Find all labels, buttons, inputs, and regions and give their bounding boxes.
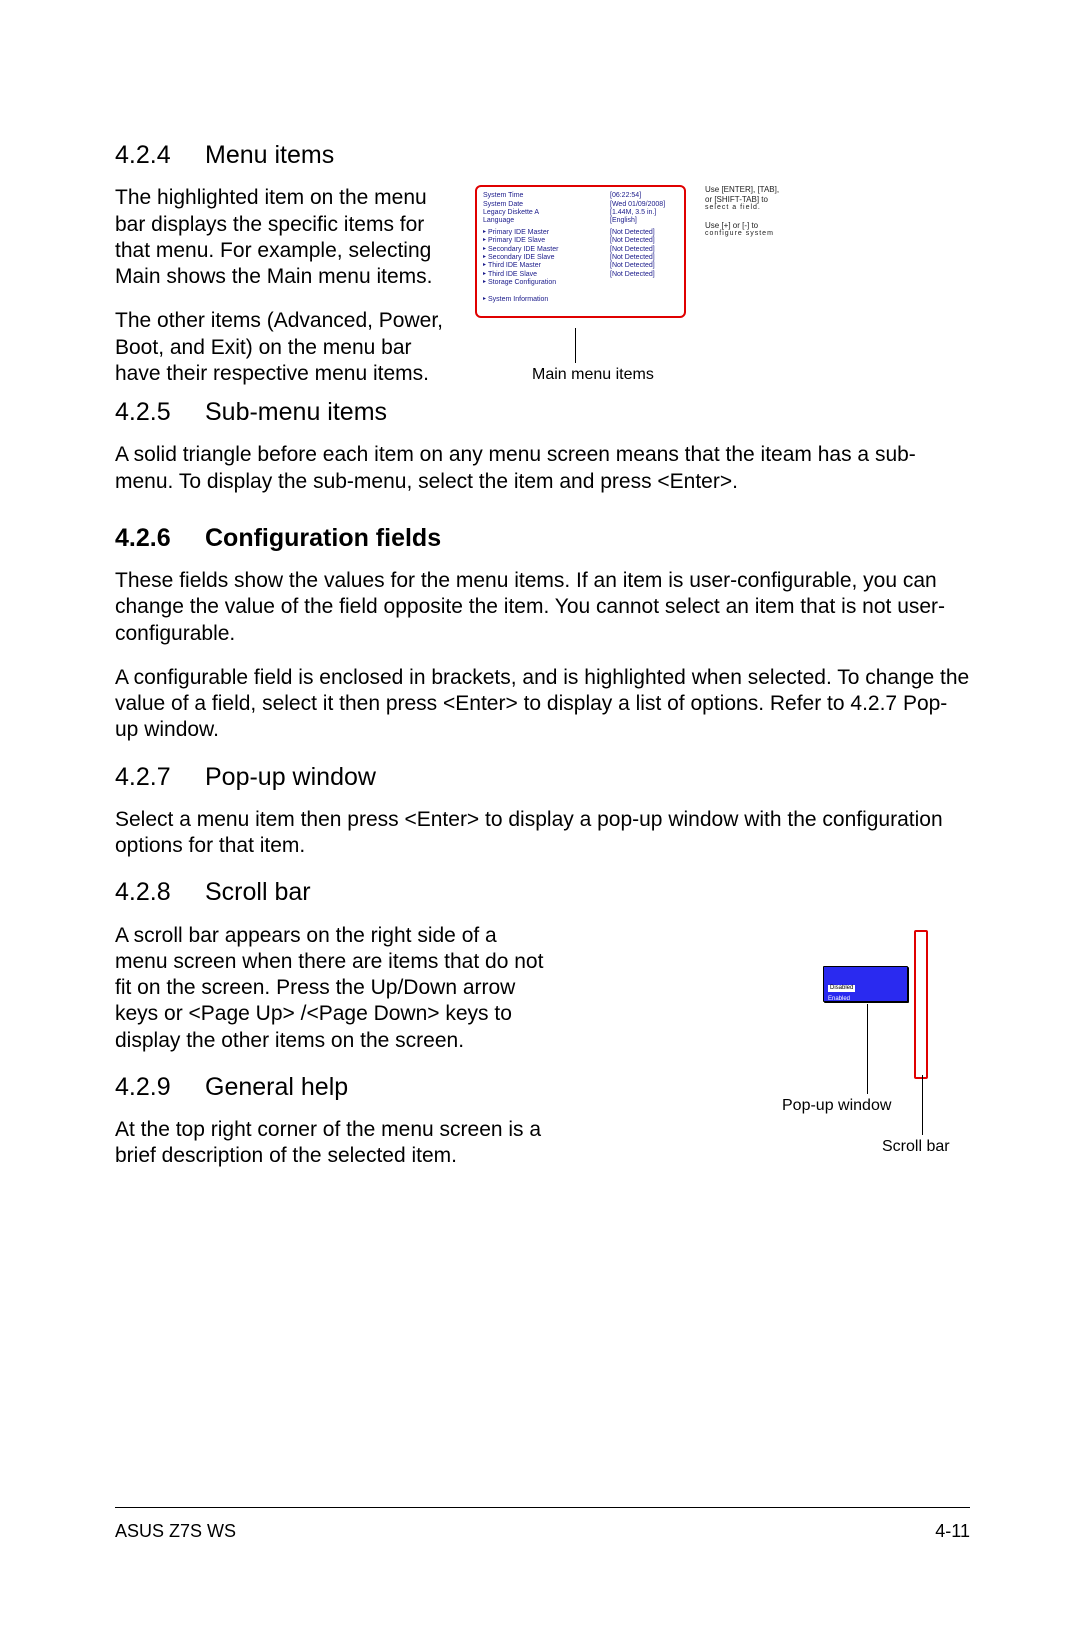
- caption-main-menu: Main menu items: [532, 365, 654, 385]
- popup-window: Disabled Enabled: [823, 966, 908, 1002]
- heading-429: 4.2.9General help: [115, 1072, 545, 1103]
- para-424-1: The highlighted item on the menu bar dis…: [115, 185, 450, 290]
- para-429-1: At the top right corner of the menu scre…: [115, 1117, 545, 1170]
- caption-popup: Pop-up window: [782, 1096, 912, 1116]
- para-424-2: The other items (Advanced, Power, Boot, …: [115, 308, 450, 387]
- popup-option: Enabled: [828, 996, 903, 1003]
- popup-option-selected: Disabled: [828, 985, 855, 992]
- footer-page-number: 4-11: [935, 1520, 970, 1543]
- heading-title: Menu items: [205, 141, 334, 169]
- figure-main-menu: System Time[06:22:54] System Date[Wed 01…: [475, 185, 970, 318]
- para-425-1: A solid triangle before each item on any…: [115, 442, 970, 495]
- heading-428: 4.2.8Scroll bar: [115, 877, 970, 908]
- para-428-1: A scroll bar appears on the right side o…: [115, 923, 545, 1054]
- heading-427: 4.2.7Pop-up window: [115, 762, 970, 793]
- bios-panel: System Time[06:22:54] System Date[Wed 01…: [475, 185, 686, 318]
- heading-425: 4.2.5Sub-menu items: [115, 397, 970, 428]
- pointer-line: [867, 1004, 868, 1094]
- para-426-1: These fields show the values for the men…: [115, 568, 970, 647]
- para-427-1: Select a menu item then press <Enter> to…: [115, 807, 970, 860]
- bios-side-help: Use [ENTER], [TAB], or [SHIFT-TAB] to se…: [705, 185, 845, 239]
- page-footer: ASUS Z7S WS 4-11: [115, 1507, 970, 1543]
- caption-scroll: Scroll bar: [882, 1137, 962, 1157]
- heading-num: 4.2.4: [115, 140, 205, 171]
- footer-left: ASUS Z7S WS: [115, 1520, 236, 1543]
- pointer-line: [575, 328, 576, 363]
- para-426-2: A configurable field is enclosed in brac…: [115, 665, 970, 744]
- heading-424: 4.2.4Menu items: [115, 140, 970, 171]
- scrollbar-icon: [914, 930, 928, 1079]
- figure-popup-scroll: Disabled Enabled Pop-up window Scroll ba…: [585, 933, 970, 1193]
- heading-426: 4.2.6Configuration fields: [115, 523, 970, 554]
- pointer-line: [922, 1075, 923, 1135]
